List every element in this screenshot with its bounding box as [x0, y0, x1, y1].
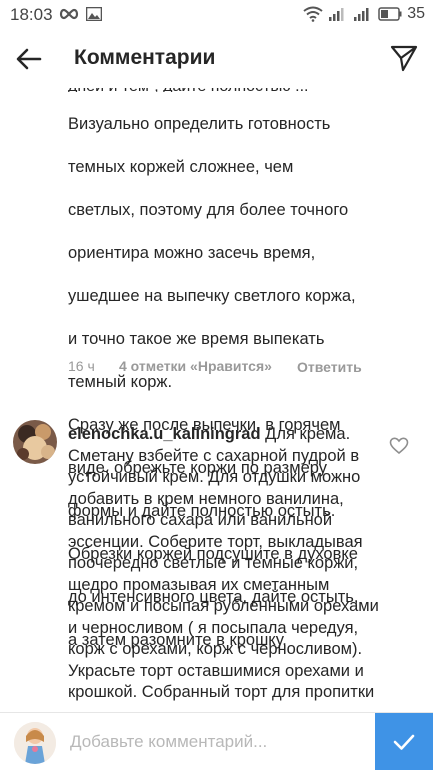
comment-input-bar [0, 712, 433, 770]
paper-plane-icon [390, 45, 418, 72]
avatar-image [14, 722, 56, 764]
comment-input[interactable] [70, 727, 360, 757]
signal-icon [354, 8, 369, 21]
reply-link[interactable]: Ответить [297, 358, 362, 376]
battery-percent: 35 [407, 5, 425, 22]
post-comment-button[interactable] [375, 713, 433, 770]
comment-body: elenochka.u_kaliningrad Для крема. Смета… [68, 424, 380, 704]
comment-username[interactable]: elenochka.u_kaliningrad [68, 425, 261, 443]
arrow-left-icon [16, 48, 42, 70]
heart-icon [389, 437, 409, 455]
image-icon [86, 7, 102, 21]
status-time: 18:03 [10, 5, 53, 24]
wifi-icon [303, 6, 323, 22]
checkmark-icon [393, 734, 415, 750]
share-button[interactable] [389, 43, 419, 73]
battery-icon [378, 7, 402, 21]
signal-icon [329, 8, 344, 21]
avatar[interactable] [13, 420, 57, 464]
comments-list[interactable]: дней и тем-, дайте полностью ... Визуаль… [0, 88, 433, 712]
status-bar: 18:03 35 [0, 0, 433, 30]
header: Комментарии [0, 30, 433, 88]
avatar-image [13, 420, 57, 464]
infinity-icon [59, 8, 79, 20]
likes-count-link[interactable]: 4 отметки «Нравится» [119, 358, 272, 374]
like-button[interactable] [389, 436, 409, 456]
page-title: Комментарии [74, 46, 216, 69]
avatar [14, 722, 56, 764]
comment-text: elenochka.u_kaliningrad Для крема. Смета… [68, 425, 379, 701]
back-button[interactable] [14, 44, 44, 74]
comment-time: 16 ч [68, 358, 95, 374]
